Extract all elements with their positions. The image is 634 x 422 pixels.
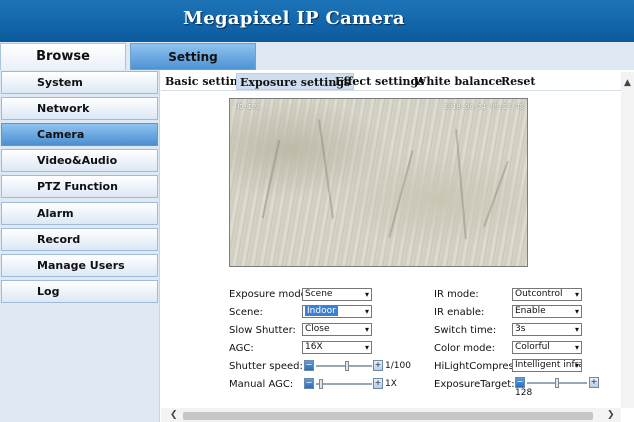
sidebar-item-camera[interactable]: Camera	[1, 123, 158, 146]
exposure-mode-label: Exposure mode:	[229, 289, 311, 300]
chevron-down-icon: ▾	[574, 290, 579, 299]
slow-shutter-label: Slow Shutter:	[229, 325, 296, 336]
minus-icon[interactable]: −	[515, 377, 525, 388]
video-preview[interactable]: HD-IPC 2018-06-24 09:2? 48	[229, 98, 528, 267]
sidebar-item-log[interactable]: Log	[1, 280, 158, 303]
tab-reset[interactable]: Reset	[498, 73, 538, 90]
agc-label: AGC:	[229, 343, 254, 354]
shutter-speed-value: 1/100	[385, 361, 411, 371]
manual-agc-label: Manual AGC:	[229, 379, 294, 390]
chevron-down-icon: ▾	[574, 361, 579, 370]
ir-mode-select[interactable]: Outcontrol ▾	[512, 288, 582, 301]
sidebar-item-network[interactable]: Network	[1, 97, 158, 120]
color-mode-value: Colorful	[515, 342, 550, 352]
tab-browse[interactable]: Browse	[0, 43, 126, 70]
agc-select[interactable]: 16X ▾	[302, 341, 372, 354]
app-title: Megapixel IP Camera	[183, 8, 405, 29]
color-mode-label: Color mode:	[434, 343, 496, 354]
sidebar-item-record[interactable]: Record	[1, 228, 158, 251]
ir-enable-select[interactable]: Enable ▾	[512, 305, 582, 318]
tab-white-balance[interactable]: White balance	[411, 73, 505, 90]
horizontal-scroll-thumb[interactable]	[183, 412, 593, 420]
tab-divider	[161, 90, 621, 91]
minus-icon[interactable]: −	[304, 378, 314, 389]
chevron-down-icon: ▾	[574, 325, 579, 334]
manual-agc-slider[interactable]: − +	[304, 378, 384, 390]
scroll-left-icon[interactable]: ❮	[170, 410, 178, 420]
slider-thumb[interactable]	[555, 378, 559, 388]
exposure-mode-select[interactable]: Scene ▾	[302, 288, 372, 301]
exposure-mode-value: Scene	[305, 289, 333, 299]
slow-shutter-value: Close	[305, 324, 330, 334]
osd-camera-name: HD-IPC	[235, 103, 261, 111]
ir-enable-label: IR enable:	[434, 307, 485, 318]
vertical-scrollbar[interactable]	[621, 72, 634, 408]
slider-track	[316, 383, 372, 385]
video-texture	[261, 139, 281, 219]
video-texture	[318, 119, 334, 219]
hilight-compress-select[interactable]: Intelligent infra ▾	[512, 359, 582, 372]
tab-setting[interactable]: Setting	[130, 43, 256, 70]
ir-mode-label: IR mode:	[434, 289, 479, 300]
manual-agc-value: 1X	[385, 379, 397, 389]
minus-icon[interactable]: −	[304, 360, 314, 371]
switch-time-value: 3s	[515, 324, 526, 334]
exposure-target-value: 128	[515, 388, 533, 398]
video-texture	[388, 150, 414, 238]
agc-value: 16X	[305, 342, 323, 352]
chevron-down-icon: ▾	[574, 307, 579, 316]
video-texture	[483, 160, 509, 228]
video-texture	[455, 129, 467, 239]
shutter-speed-label: Shutter speed:	[229, 361, 303, 372]
shutter-speed-slider[interactable]: − +	[304, 360, 384, 372]
scene-select[interactable]: Indoor ▾	[302, 305, 372, 318]
ir-enable-value: Enable	[515, 306, 546, 316]
ir-mode-value: Outcontrol	[515, 289, 563, 299]
chevron-down-icon: ▾	[364, 343, 369, 352]
scroll-right-icon[interactable]: ❯	[607, 410, 615, 420]
sidebar-item-video-audio[interactable]: Video&Audio	[1, 149, 158, 172]
hilight-compress-value: Intelligent infra	[515, 360, 582, 370]
plus-icon[interactable]: +	[373, 378, 383, 389]
scroll-up-icon[interactable]: ▲	[624, 78, 631, 88]
chevron-down-icon: ▾	[364, 325, 369, 334]
chevron-down-icon: ▾	[574, 343, 579, 352]
sidebar-item-ptz-function[interactable]: PTZ Function	[1, 175, 158, 198]
slow-shutter-select[interactable]: Close ▾	[302, 323, 372, 336]
osd-timestamp: 2018-06-24 09:2? 48	[443, 103, 524, 111]
plus-icon[interactable]: +	[589, 377, 599, 388]
switch-time-select[interactable]: 3s ▾	[512, 323, 582, 336]
app-header: Megapixel IP Camera	[0, 0, 634, 42]
scene-label: Scene:	[229, 307, 263, 318]
sidebar-item-alarm[interactable]: Alarm	[1, 202, 158, 225]
sidebar-item-system[interactable]: System	[1, 71, 158, 94]
hilight-compress-label: HiLightCompress:	[434, 361, 523, 372]
sidebar-item-manage-users[interactable]: Manage Users	[1, 254, 158, 277]
switch-time-label: Switch time:	[434, 325, 497, 336]
chevron-down-icon: ▾	[364, 307, 369, 316]
plus-icon[interactable]: +	[373, 360, 383, 371]
slider-thumb[interactable]	[318, 379, 323, 389]
scene-value: Indoor	[305, 306, 338, 316]
slider-thumb[interactable]	[344, 361, 349, 371]
color-mode-select[interactable]: Colorful ▾	[512, 341, 582, 354]
chevron-down-icon: ▾	[364, 290, 369, 299]
exposure-target-label: ExposureTarget:	[434, 379, 515, 390]
